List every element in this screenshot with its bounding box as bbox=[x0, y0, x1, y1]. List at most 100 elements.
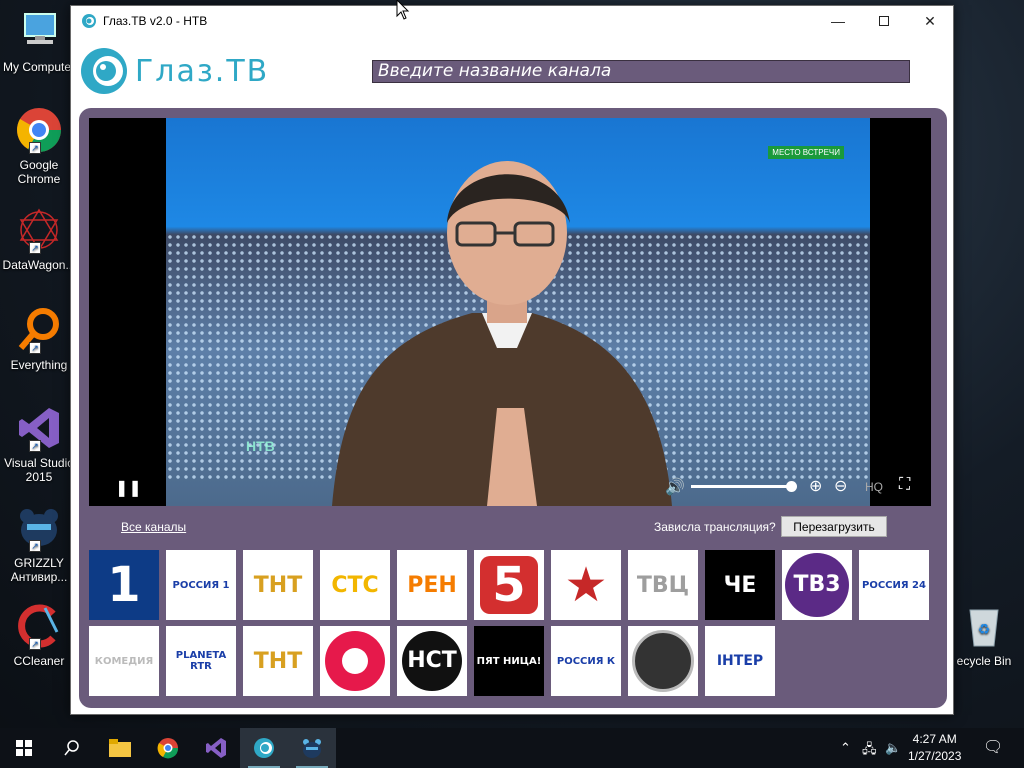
channel-logo: ТВ3 bbox=[785, 553, 849, 617]
search-button[interactable] bbox=[48, 728, 96, 768]
channel-tile[interactable]: PLANETA RTR bbox=[166, 626, 236, 696]
zoom-in-icon: ⊕ bbox=[809, 478, 823, 495]
channel-tile[interactable]: ТНТ bbox=[243, 626, 313, 696]
desktop-icon-grizzly[interactable]: ↗ GRIZZLY Антивир... bbox=[0, 504, 78, 584]
video-player[interactable]: МЕСТО ВСТРЕЧИ НТВ ❚❚ 🔊 ⊕ ⊖ HQ ⛶ bbox=[89, 118, 931, 506]
main-panel: МЕСТО ВСТРЕЧИ НТВ ❚❚ 🔊 ⊕ ⊖ HQ ⛶ Все кана… bbox=[79, 108, 947, 708]
taskbar-visual-studio[interactable] bbox=[192, 728, 240, 768]
action-center-button[interactable]: 🗨 bbox=[983, 737, 1003, 757]
channel-tile[interactable]: РОССИЯ 1 bbox=[166, 550, 236, 620]
channel-tile[interactable]: ІНТЕР bbox=[705, 626, 775, 696]
channel-logo: PLANETA RTR bbox=[175, 650, 227, 672]
channel-logo: СТС bbox=[331, 572, 379, 598]
recycle-bin-icon: ♻ bbox=[964, 604, 1004, 648]
volume-slider[interactable] bbox=[691, 485, 791, 488]
channel-tile[interactable]: 5 bbox=[474, 550, 544, 620]
all-channels-link[interactable]: Все каналы bbox=[121, 520, 186, 534]
channel-logo: КОМЕДИЯ bbox=[94, 655, 154, 667]
recycle-bin-label: ecycle Bin bbox=[956, 654, 1012, 668]
show-hidden-icons-button[interactable]: ⌃ bbox=[840, 740, 851, 756]
channel-logo: РОССИЯ 1 bbox=[172, 579, 230, 591]
desktop-icon-label: DataWagon... bbox=[2, 258, 76, 272]
title-bar[interactable]: Глаз.ТВ v2.0 - НТВ — ✕ bbox=[71, 6, 953, 36]
notification-icon: 🗨 bbox=[983, 739, 1004, 756]
shortcut-arrow-icon: ↗ bbox=[29, 342, 41, 354]
stuck-stream-label: Зависла трансляция? bbox=[654, 520, 776, 534]
channel-logo: РОССИЯ К bbox=[556, 655, 616, 667]
channel-tile[interactable]: ТВ3 bbox=[782, 550, 852, 620]
shortcut-arrow-icon: ↗ bbox=[29, 440, 41, 452]
channel-logo: ТНТ bbox=[253, 648, 303, 674]
close-button[interactable]: ✕ bbox=[907, 6, 953, 36]
folder-icon bbox=[109, 739, 131, 757]
taskbar-grizzly[interactable] bbox=[288, 728, 336, 768]
channel-tile[interactable] bbox=[320, 626, 390, 696]
app-header: Глаз.ТВ Введите название канала bbox=[71, 36, 953, 108]
pause-button[interactable]: ❚❚ bbox=[115, 478, 142, 498]
ccleaner-icon: ↗ bbox=[15, 602, 63, 650]
volume-button[interactable]: 🔊 bbox=[665, 477, 685, 497]
logo-text: Глаз.ТВ bbox=[135, 53, 270, 89]
magnifier-icon: ↗ bbox=[15, 306, 63, 354]
channel-logo: НСТ bbox=[402, 631, 462, 691]
speaker-icon: 🔊 bbox=[665, 479, 685, 496]
fullscreen-button[interactable]: ⛶ bbox=[899, 476, 910, 494]
svg-text:♻: ♻ bbox=[978, 622, 991, 638]
channel-tile[interactable] bbox=[628, 626, 698, 696]
minimize-button[interactable]: — bbox=[815, 6, 861, 36]
shortcut-arrow-icon: ↗ bbox=[29, 242, 41, 254]
channel-logo: 1 bbox=[107, 557, 141, 613]
chrome-icon: ↗ bbox=[15, 106, 63, 154]
channel-tile[interactable]: РОССИЯ 24 bbox=[859, 550, 929, 620]
hq-button[interactable]: HQ bbox=[865, 480, 883, 494]
zoom-out-icon: ⊖ bbox=[834, 478, 848, 495]
app-icon bbox=[81, 13, 97, 29]
channel-logo: ПЯТ НИЦА! bbox=[476, 655, 542, 667]
desktop-icon-recycle-bin[interactable]: ♻ ecycle Bin bbox=[944, 604, 1024, 668]
channel-tile[interactable]: НСТ bbox=[397, 626, 467, 696]
channel-tile[interactable]: ЧЕ bbox=[705, 550, 775, 620]
desktop-icon-chrome[interactable]: ↗ Google Chrome bbox=[0, 106, 78, 186]
desktop-icon-everything[interactable]: ↗ Everything bbox=[0, 306, 78, 372]
channel-logo: РОССИЯ 24 bbox=[862, 579, 926, 591]
maximize-button[interactable] bbox=[861, 6, 907, 36]
channel-tile[interactable]: КОМЕДИЯ bbox=[89, 626, 159, 696]
channel-tile[interactable]: 1 bbox=[89, 550, 159, 620]
windows-logo-icon bbox=[16, 740, 32, 756]
channel-search-input[interactable]: Введите название канала bbox=[372, 60, 910, 83]
desktop-icon-my-computer[interactable]: My Computer bbox=[0, 8, 78, 74]
channel-logo: ТВЦ bbox=[636, 572, 690, 598]
fullscreen-icon: ⛶ bbox=[899, 476, 911, 493]
channel-tile[interactable]: ★ bbox=[551, 550, 621, 620]
channel-tile[interactable]: СТС bbox=[320, 550, 390, 620]
taskbar: ⌃ 🖧 🔈 4:27 AM 1/27/2023 🗨 bbox=[0, 728, 1024, 768]
channel-logo: 5 bbox=[480, 556, 538, 614]
volume-slider-handle[interactable] bbox=[786, 481, 797, 492]
desktop-icon-ccleaner[interactable]: ↗ CCleaner bbox=[0, 602, 78, 668]
channel-logo bbox=[632, 630, 694, 692]
taskbar-file-explorer[interactable] bbox=[96, 728, 144, 768]
channel-logo: ТНТ bbox=[253, 572, 303, 598]
channel-tile[interactable]: ТВЦ bbox=[628, 550, 698, 620]
mouse-cursor-icon bbox=[396, 0, 410, 20]
reload-button[interactable]: Перезагрузить bbox=[781, 516, 887, 537]
network-button[interactable]: 🖧 bbox=[862, 740, 877, 762]
datawagon-icon: ↗ bbox=[15, 206, 63, 254]
taskbar-glaz-tv[interactable] bbox=[240, 728, 288, 768]
channel-logo: ЧЕ bbox=[723, 572, 757, 598]
zoom-out-button[interactable]: ⊖ bbox=[834, 476, 847, 496]
desktop-icon-datawagon[interactable]: ↗ DataWagon... bbox=[0, 206, 78, 272]
volume-tray-button[interactable]: 🔈 bbox=[885, 740, 901, 756]
channel-tile[interactable]: ПЯТ НИЦА! bbox=[474, 626, 544, 696]
start-button[interactable] bbox=[0, 728, 48, 768]
zoom-in-button[interactable]: ⊕ bbox=[809, 476, 822, 496]
taskbar-chrome[interactable] bbox=[144, 728, 192, 768]
minimize-icon: — bbox=[831, 13, 845, 29]
channel-tile[interactable]: РЕН bbox=[397, 550, 467, 620]
clock[interactable]: 4:27 AM 1/27/2023 bbox=[908, 731, 961, 765]
program-badge: МЕСТО ВСТРЕЧИ bbox=[768, 146, 844, 159]
channel-tile[interactable]: РОССИЯ К bbox=[551, 626, 621, 696]
channel-tile[interactable]: ТНТ bbox=[243, 550, 313, 620]
desktop-icon-visual-studio[interactable]: ↗ Visual Studio 2015 bbox=[0, 404, 78, 484]
desktop-icon-label: Google Chrome bbox=[17, 158, 61, 186]
